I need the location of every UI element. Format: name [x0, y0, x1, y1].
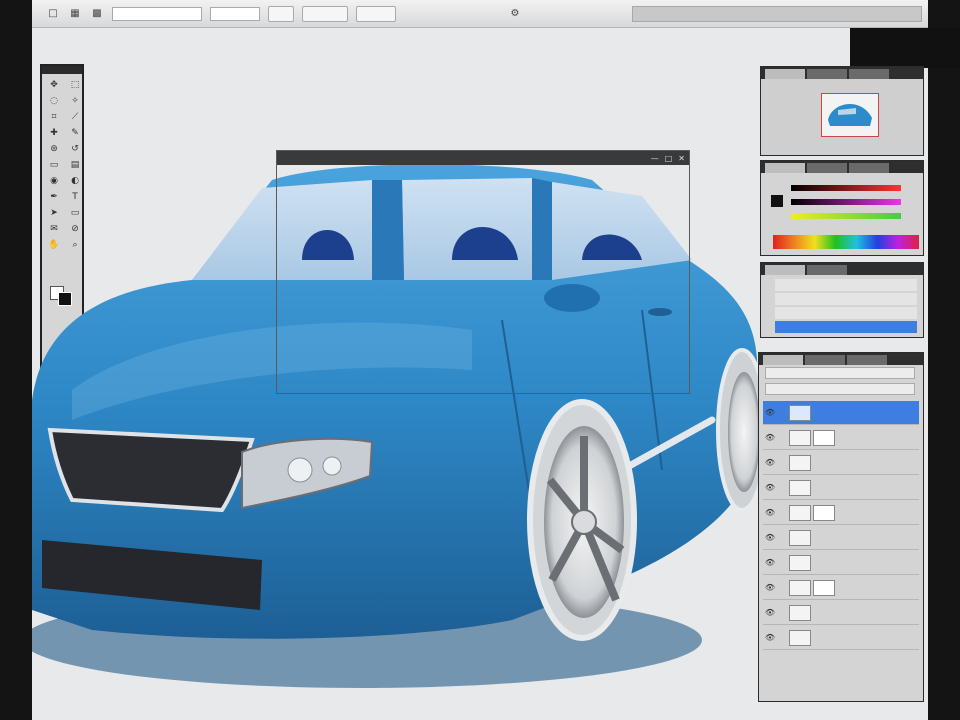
- layer-thumbnail: [789, 529, 811, 546]
- eye-icon[interactable]: 👁: [765, 633, 775, 643]
- navigator-tabs: [761, 67, 923, 79]
- layer-row[interactable]: 👁: [763, 426, 919, 450]
- eye-icon[interactable]: 👁: [765, 558, 775, 568]
- layer-thumbnail: [789, 554, 811, 571]
- selection-box[interactable]: — □ ✕: [276, 150, 690, 394]
- eye-icon[interactable]: 👁: [765, 483, 775, 493]
- navigator-panel: [760, 66, 924, 156]
- tab-info[interactable]: [849, 69, 889, 79]
- screen-border-left: [0, 0, 32, 720]
- feather-field[interactable]: [112, 6, 202, 21]
- history-tabs: [761, 263, 923, 275]
- panel-dock-header: [850, 28, 960, 68]
- lasso-tool-icon[interactable]: ◌: [46, 94, 62, 107]
- tab-paths[interactable]: [847, 355, 887, 365]
- eye-icon[interactable]: 👁: [765, 533, 775, 543]
- minimize-icon[interactable]: —: [651, 154, 659, 163]
- screen-border-right: [928, 0, 960, 720]
- red-slider[interactable]: [791, 185, 901, 191]
- layer-row[interactable]: 👁: [763, 576, 919, 600]
- tab-actions[interactable]: [807, 265, 847, 275]
- new-selection-icon[interactable]: ▦: [68, 7, 82, 21]
- color-spectrum[interactable]: [773, 235, 919, 249]
- layer-thumbnail: [789, 429, 811, 446]
- eye-icon[interactable]: 👁: [765, 408, 775, 418]
- lock-options[interactable]: [765, 383, 915, 395]
- tab-history[interactable]: [765, 265, 805, 275]
- front-grille: [47, 427, 255, 513]
- layers-panel: 👁 👁 👁 👁 👁 👁 👁 👁 👁 👁: [758, 352, 924, 702]
- marquee-tool-icon[interactable]: ⬚: [67, 78, 83, 91]
- anti-alias-button[interactable]: [268, 5, 294, 22]
- color-fg-swatch[interactable]: [771, 195, 783, 207]
- workspace-icon[interactable]: ⚙: [508, 7, 522, 21]
- layer-thumbnail: [789, 454, 811, 471]
- close-icon[interactable]: ✕: [678, 154, 685, 163]
- refine-edge-button[interactable]: [302, 5, 348, 22]
- history-panel: [760, 262, 924, 338]
- color-tabs: [761, 161, 923, 173]
- layer-thumbnail: [789, 479, 811, 496]
- car-thumbnail[interactable]: [821, 93, 879, 137]
- eye-icon[interactable]: 👁: [765, 583, 775, 593]
- layer-thumbnail: [789, 604, 811, 621]
- brush-tool-icon[interactable]: ✎: [67, 126, 83, 139]
- marquee-icon[interactable]: □: [46, 7, 60, 21]
- history-state[interactable]: [775, 279, 917, 291]
- tab-histogram[interactable]: [807, 69, 847, 79]
- blend-mode-dropdown[interactable]: [765, 367, 915, 379]
- slice-tool-icon[interactable]: ⟋: [67, 110, 83, 123]
- mode-button[interactable]: [356, 5, 396, 22]
- style-dropdown[interactable]: [210, 6, 260, 21]
- layer-mask-thumbnail[interactable]: [813, 504, 835, 521]
- eye-icon[interactable]: 👁: [765, 508, 775, 518]
- eye-icon[interactable]: 👁: [765, 608, 775, 618]
- layer-row[interactable]: 👁: [763, 476, 919, 500]
- layer-thumbnail: [789, 629, 811, 646]
- layer-row[interactable]: 👁: [763, 501, 919, 525]
- layer-row[interactable]: 👁: [763, 526, 919, 550]
- history-state-selected[interactable]: [775, 321, 917, 333]
- history-state[interactable]: [775, 293, 917, 305]
- eye-icon[interactable]: 👁: [765, 458, 775, 468]
- layer-thumbnail: [789, 404, 811, 421]
- blue-slider[interactable]: [791, 213, 901, 219]
- layer-row[interactable]: 👁: [763, 601, 919, 625]
- layer-row[interactable]: 👁: [763, 401, 919, 425]
- layer-row[interactable]: 👁: [763, 626, 919, 650]
- layer-thumbnail: [789, 504, 811, 521]
- tab-channels[interactable]: [805, 355, 845, 365]
- tab-layers[interactable]: [763, 355, 803, 365]
- layer-thumbnail: [789, 579, 811, 596]
- tab-swatches[interactable]: [807, 163, 847, 173]
- add-selection-icon[interactable]: ▩: [90, 7, 104, 21]
- options-bar: □ ▦ ▩ ⚙: [32, 0, 928, 28]
- tab-styles[interactable]: [849, 163, 889, 173]
- color-panel: [760, 160, 924, 256]
- green-slider[interactable]: [791, 199, 901, 205]
- selection-box-titlebar[interactable]: — □ ✕: [277, 151, 689, 165]
- tab-navigator[interactable]: [765, 69, 805, 79]
- crop-tool-icon[interactable]: ⌗: [46, 110, 62, 123]
- healing-tool-icon[interactable]: ✚: [46, 126, 62, 139]
- layer-mask-thumbnail[interactable]: [813, 429, 835, 446]
- tools-panel-header[interactable]: [42, 66, 82, 74]
- layer-row[interactable]: 👁: [763, 451, 919, 475]
- tab-color[interactable]: [765, 163, 805, 173]
- photoshop-screen: □ ▦ ▩ ⚙ ✥ ⬚ ◌ ✧ ⌗ ⟋ ✚ ✎ ⊛ ↺ ▭ ▤ ◉ ◐ ✒ T ➤ ▭ ✉ ⊘ ✋ ⌕: [0, 0, 960, 720]
- magic-wand-tool-icon[interactable]: ✧: [67, 94, 83, 107]
- history-state[interactable]: [775, 307, 917, 319]
- eye-icon[interactable]: 👁: [765, 433, 775, 443]
- layers-tabs: [759, 353, 923, 365]
- maximize-icon[interactable]: □: [665, 154, 673, 163]
- layer-mask-thumbnail[interactable]: [813, 579, 835, 596]
- layer-row[interactable]: 👁: [763, 551, 919, 575]
- move-tool-icon[interactable]: ✥: [46, 78, 62, 91]
- panel-well: [632, 6, 922, 22]
